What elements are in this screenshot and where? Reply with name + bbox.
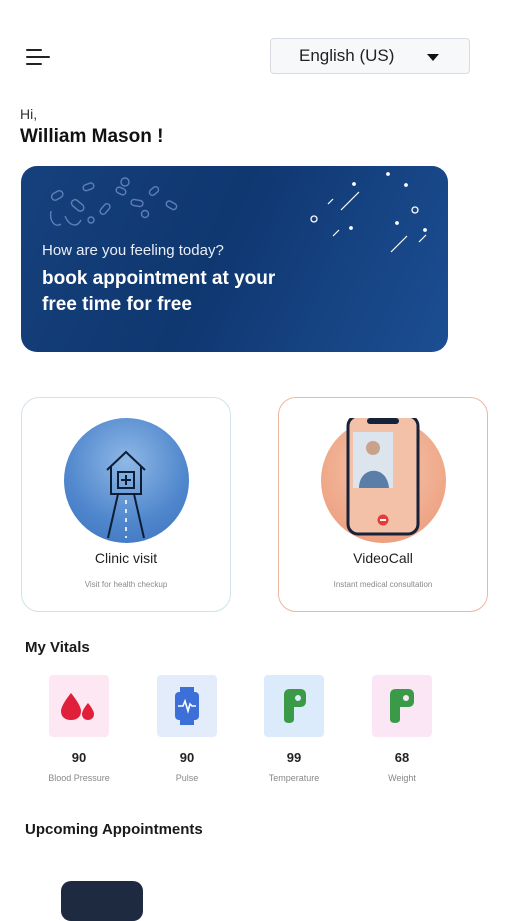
menu-button[interactable]: [22, 44, 54, 70]
vital-pulse[interactable]: [157, 675, 217, 737]
clinic-icon: [106, 450, 146, 539]
video-call-card[interactable]: VideoCall Instant medical consultation: [278, 397, 488, 612]
banner-title-line2: free time for free: [42, 294, 192, 315]
vital-label: Temperature: [268, 773, 320, 783]
appointment-card[interactable]: [61, 881, 143, 921]
language-value: English (US): [299, 46, 395, 65]
promo-banner[interactable]: How are you feeling today? book appointm…: [21, 166, 448, 352]
video-call-subtitle: Instant medical consultation: [333, 580, 433, 589]
vital-blood-pressure[interactable]: [49, 675, 109, 737]
pulse-watch-icon: [175, 687, 199, 725]
my-vitals-heading: My Vitals: [25, 639, 90, 656]
user-name: William Mason !: [20, 126, 164, 147]
language-select[interactable]: English (US): [270, 38, 470, 74]
clinic-visit-title: Clinic visit: [94, 550, 158, 566]
banner-title-line1: book appointment at your: [42, 268, 276, 289]
vital-value: 99: [286, 750, 302, 765]
greeting-hi: Hi,: [20, 106, 38, 122]
vital-label: Pulse: [175, 773, 199, 783]
upcoming-appointments-heading: Upcoming Appointments: [25, 821, 203, 838]
caret-down-icon: [427, 54, 439, 61]
vital-label: Blood Pressure: [48, 773, 110, 783]
clinic-illustration: [64, 418, 189, 543]
vital-weight[interactable]: [372, 675, 432, 737]
pills-pattern-icon: [49, 172, 427, 253]
video-call-illustration: [321, 418, 446, 543]
clinic-visit-card[interactable]: Clinic visit Visit for health checkup: [21, 397, 231, 612]
hamburger-icon: [26, 49, 42, 51]
vital-value: 68: [394, 750, 410, 765]
vital-value: 90: [179, 750, 195, 765]
vital-label: Weight: [388, 773, 416, 783]
clinic-visit-subtitle: Visit for health checkup: [84, 580, 168, 589]
weight-icon: [390, 689, 414, 723]
banner-question: How are you feeling today?: [42, 242, 224, 259]
blood-drops-icon: [61, 693, 94, 720]
thermometer-icon: [284, 689, 306, 723]
vital-temperature[interactable]: [264, 675, 324, 737]
vital-value: 90: [71, 750, 87, 765]
video-call-icon: [346, 418, 420, 536]
video-call-title: VideoCall: [353, 550, 413, 566]
